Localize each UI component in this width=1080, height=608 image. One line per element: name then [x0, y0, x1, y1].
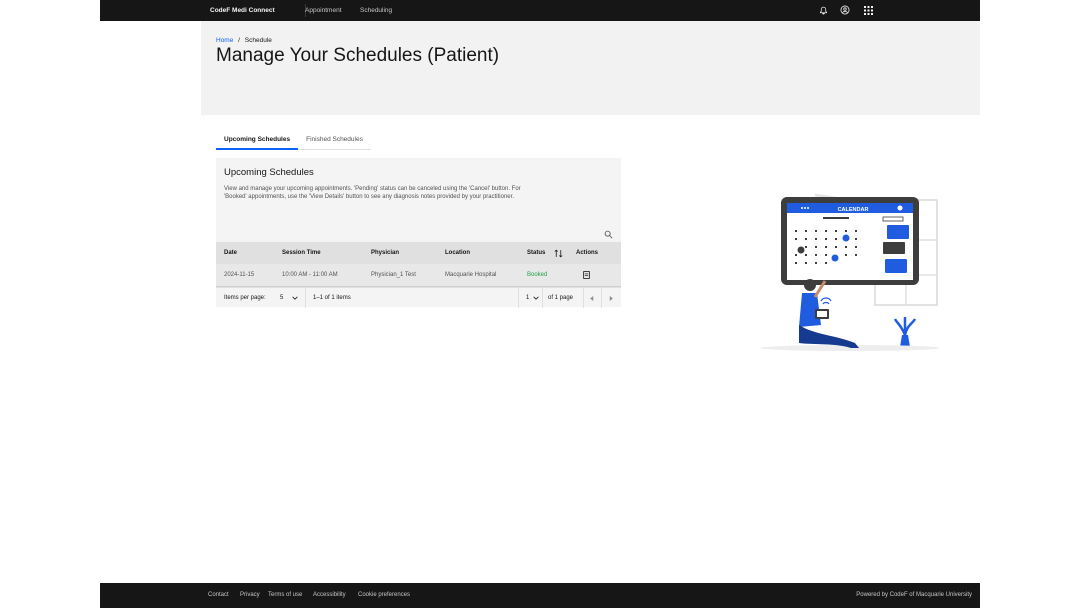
previous-page-icon[interactable]	[590, 288, 594, 308]
pager-divider	[305, 288, 306, 308]
pagination-bar: Items per page: 5 1–1 of 1 items 1 of 1 …	[216, 287, 621, 308]
column-header-location: Location	[445, 250, 470, 256]
cell-location: Macquarie Hospital	[445, 272, 497, 278]
footer-link-contact[interactable]: Contact	[208, 583, 229, 608]
pager-divider	[518, 288, 519, 308]
page-select-value: 1	[526, 295, 530, 301]
sort-icon[interactable]	[554, 249, 563, 258]
user-avatar-icon[interactable]	[839, 4, 851, 16]
card-description: View and manage your upcoming appointmen…	[224, 186, 521, 200]
items-per-page-label: Items per page:	[224, 295, 266, 301]
calendar-illustration: CALENDAR	[755, 185, 945, 355]
page-title: Manage Your Schedules (Patient)	[216, 45, 500, 66]
column-header-actions: Actions	[576, 250, 599, 256]
app-switcher-icon[interactable]	[862, 4, 874, 16]
calendar-label: CALENDAR	[838, 207, 869, 213]
footer-link-cookie-preferences[interactable]: Cookie preferences	[358, 583, 410, 608]
footer-link-terms[interactable]: Terms of use	[268, 583, 302, 608]
table-header: Date Session Time Physician Location Sta…	[216, 242, 621, 264]
column-header-status[interactable]: Status	[527, 242, 563, 264]
breadcrumb-current: Schedule	[244, 37, 272, 44]
page-total: of 1 page	[548, 295, 574, 301]
items-per-page-value: 5	[280, 295, 284, 301]
column-header-date: Date	[224, 250, 238, 256]
pager-divider	[601, 288, 602, 308]
breadcrumb-home-link[interactable]: Home	[216, 37, 233, 44]
items-range: 1–1 of 1 items	[313, 295, 351, 301]
footer: Contact Privacy Terms of use Accessibili…	[100, 583, 980, 608]
chevron-down-icon	[292, 296, 299, 300]
schedule-tabs: Upcoming Schedules Finished Schedules	[216, 132, 371, 150]
breadcrumb: Home / Schedule	[216, 37, 272, 44]
pager-divider	[583, 288, 584, 308]
cell-status-badge: Booked	[527, 272, 548, 278]
pager-divider	[542, 288, 543, 308]
tab-finished-schedules[interactable]: Finished Schedules	[298, 132, 371, 150]
card-title: Upcoming Schedules	[224, 167, 314, 178]
notification-icon[interactable]	[817, 4, 829, 16]
page-select[interactable]: 1	[526, 288, 540, 308]
top-nav: CodeF Medi Connect Appointment Schedulin…	[100, 0, 980, 21]
cell-session-time: 10:00 AM - 11:00 AM	[282, 272, 338, 278]
status-header-label: Status	[527, 250, 546, 256]
next-page-icon[interactable]	[609, 288, 613, 308]
column-header-physician: Physician	[371, 250, 400, 256]
cell-date: 2024-11-15	[224, 272, 255, 278]
search-icon[interactable]	[604, 226, 614, 239]
column-header-session-time: Session Time	[282, 250, 321, 256]
chevron-down-icon	[533, 296, 540, 300]
footer-powered-by: Powered by CodeF of Macquarie University	[856, 592, 972, 598]
nav-link-scheduling[interactable]: Scheduling	[360, 0, 392, 21]
page-header-band	[201, 21, 980, 115]
items-per-page-select[interactable]: 5	[280, 288, 299, 308]
view-details-icon[interactable]	[583, 264, 590, 286]
upcoming-schedules-card: Upcoming Schedules View and manage your …	[216, 158, 621, 308]
tab-upcoming-schedules[interactable]: Upcoming Schedules	[216, 132, 299, 150]
footer-link-accessibility[interactable]: Accessibility	[313, 583, 346, 608]
breadcrumb-separator: /	[238, 37, 240, 44]
footer-link-privacy[interactable]: Privacy	[240, 583, 260, 608]
app-frame: CodeF Medi Connect Appointment Schedulin…	[100, 0, 980, 608]
cell-physician: Physician_1 Test	[371, 272, 416, 278]
table-row: 2024-11-15 10:00 AM - 11:00 AM Physician…	[216, 264, 621, 287]
nav-link-appointment[interactable]: Appointment	[305, 0, 342, 21]
brand-name[interactable]: CodeF Medi Connect	[210, 0, 275, 21]
